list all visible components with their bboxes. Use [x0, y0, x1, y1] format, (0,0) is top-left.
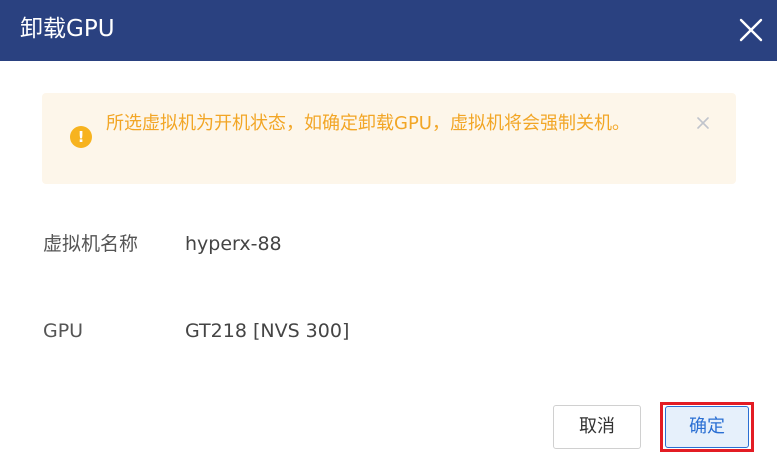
alert-message: 所选虚拟机为开机状态，如确定卸载GPU，虚拟机将会强制关机。: [106, 113, 630, 134]
gpu-value: GT218 [NVS 300]: [185, 320, 350, 342]
vm-name-value: hyperx-88: [185, 233, 282, 255]
dialog-title: 卸载GPU: [20, 16, 115, 42]
confirm-button[interactable]: 确定: [665, 406, 749, 448]
close-icon[interactable]: [734, 13, 768, 47]
warning-alert: ! 所选虚拟机为开机状态，如确定卸载GPU，虚拟机将会强制关机。: [42, 93, 736, 184]
alert-close-icon[interactable]: [691, 111, 715, 135]
cancel-button[interactable]: 取消: [553, 405, 641, 449]
vm-name-label: 虚拟机名称: [43, 233, 139, 255]
uninstall-gpu-dialog: 卸载GPU ! 所选虚拟机为开机状态，如确定卸载GPU，虚拟机将会强制关机。 虚…: [0, 0, 777, 476]
dialog-header: 卸载GPU: [0, 0, 777, 61]
gpu-label: GPU: [43, 320, 84, 342]
warning-icon: !: [70, 126, 92, 148]
